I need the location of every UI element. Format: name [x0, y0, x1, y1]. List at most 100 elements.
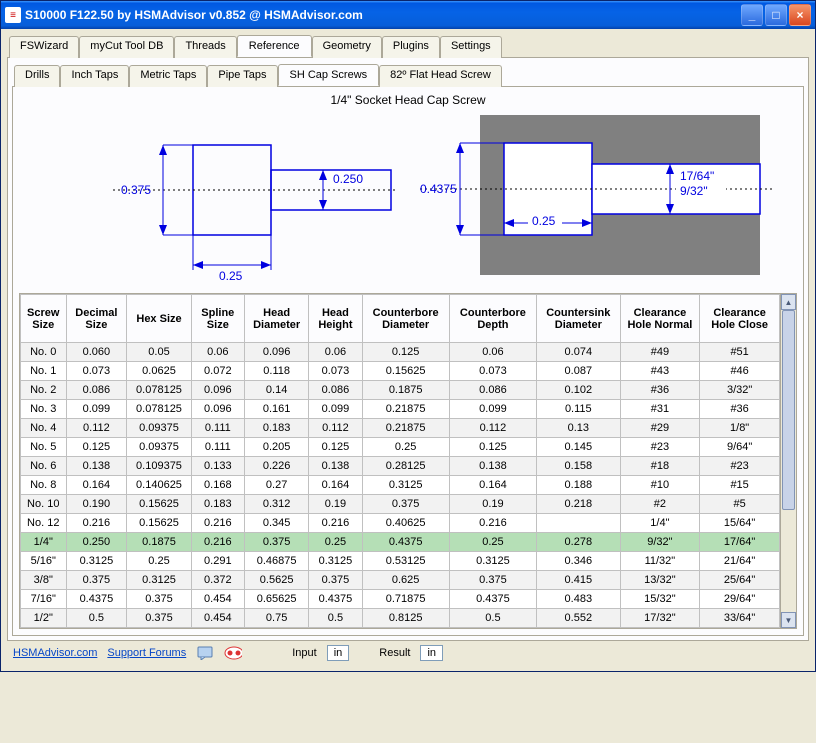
col-header[interactable]: Decimal Size — [66, 295, 127, 343]
tab-fswizard[interactable]: FSWizard — [9, 36, 79, 58]
table-cell: #51 — [700, 343, 780, 362]
scroll-thumb[interactable] — [782, 310, 795, 510]
col-header[interactable]: Countersink Diameter — [537, 295, 620, 343]
table-cell: 0.19 — [309, 495, 362, 514]
table-cell: 0.216 — [449, 514, 536, 533]
dim-clr-close: 9/32" — [680, 184, 708, 198]
table-row[interactable]: No. 20.0860.0781250.0960.140.0860.18750.… — [21, 381, 780, 400]
table-cell: 0.05 — [127, 343, 192, 362]
col-header[interactable]: Clearance Hole Normal — [620, 295, 700, 343]
table-cell: 0.625 — [362, 571, 449, 590]
tab-plugins[interactable]: Plugins — [382, 36, 440, 58]
table-cell: 0.5625 — [244, 571, 309, 590]
table-wrap: Screw SizeDecimal SizeHex SizeSpline Siz… — [19, 293, 797, 629]
table-row[interactable]: No. 80.1640.1406250.1680.270.1640.31250.… — [21, 476, 780, 495]
help-icon[interactable] — [224, 646, 242, 660]
table-cell: No. 2 — [21, 381, 67, 400]
table-cell: 0.188 — [537, 476, 620, 495]
forum-icon[interactable] — [196, 646, 214, 660]
col-header[interactable]: Head Diameter — [244, 295, 309, 343]
table-cell: 0.138 — [449, 457, 536, 476]
close-button[interactable]: × — [789, 4, 811, 26]
table-cell: 0.133 — [191, 457, 244, 476]
table-scrollbar[interactable]: ▲ ▼ — [780, 294, 796, 628]
table-cell: 0.112 — [66, 419, 127, 438]
tab-settings[interactable]: Settings — [440, 36, 502, 58]
col-header[interactable]: Counterbore Diameter — [362, 295, 449, 343]
col-header[interactable]: Screw Size — [21, 295, 67, 343]
table-cell: 0.14 — [244, 381, 309, 400]
table-cell: 0.145 — [537, 438, 620, 457]
table-row[interactable]: No. 100.1900.156250.1830.3120.190.3750.1… — [21, 495, 780, 514]
table-cell: 0.183 — [191, 495, 244, 514]
table-row[interactable]: No. 40.1120.093750.1110.1830.1120.218750… — [21, 419, 780, 438]
col-header[interactable]: Counterbore Depth — [449, 295, 536, 343]
input-unit-select[interactable]: in — [327, 645, 350, 661]
tab-threads[interactable]: Threads — [174, 36, 236, 58]
table-cell: 0.25 — [127, 552, 192, 571]
subtab-pipe-taps[interactable]: Pipe Taps — [207, 65, 277, 87]
table-cell: 0.15625 — [127, 514, 192, 533]
table-row[interactable]: No. 50.1250.093750.1110.2050.1250.250.12… — [21, 438, 780, 457]
table-cell: 0.345 — [244, 514, 309, 533]
table-cell: No. 8 — [21, 476, 67, 495]
table-cell: 0.291 — [191, 552, 244, 571]
subtab-drills[interactable]: Drills — [14, 65, 60, 87]
subtab-sh-cap-screws[interactable]: SH Cap Screws — [278, 64, 380, 86]
table-row[interactable]: No. 30.0990.0781250.0960.1610.0990.21875… — [21, 400, 780, 419]
table-cell: 0.15625 — [127, 495, 192, 514]
table-cell: 0.0625 — [127, 362, 192, 381]
hsmadvisor-link[interactable]: HSMAdvisor.com — [13, 647, 97, 659]
tab-reference[interactable]: Reference — [237, 35, 312, 57]
table-cell: 0.25 — [309, 533, 362, 552]
table-row[interactable]: 1/4"0.2500.18750.2160.3750.250.43750.250… — [21, 533, 780, 552]
counterbore-diagram-right: 0.4375 0.25 — [420, 115, 773, 285]
maximize-button[interactable]: □ — [765, 4, 787, 26]
col-header[interactable]: Head Height — [309, 295, 362, 343]
tab-geometry[interactable]: Geometry — [312, 36, 382, 58]
minimize-button[interactable]: _ — [741, 4, 763, 26]
col-header[interactable]: Hex Size — [127, 295, 192, 343]
table-cell: 1/8" — [700, 419, 780, 438]
col-header[interactable]: Spline Size — [191, 295, 244, 343]
table-row[interactable]: No. 00.0600.050.060.0960.060.1250.060.07… — [21, 343, 780, 362]
table-cell: 0.65625 — [244, 590, 309, 609]
table-cell: 0.25 — [362, 438, 449, 457]
table-cell: 0.096 — [191, 381, 244, 400]
table-cell: 0.164 — [66, 476, 127, 495]
table-cell: 0.28125 — [362, 457, 449, 476]
table-cell: 0.3125 — [309, 552, 362, 571]
table-cell: 0.086 — [309, 381, 362, 400]
table-cell: 0.164 — [449, 476, 536, 495]
table-cell: 0.13 — [537, 419, 620, 438]
dim-shaft-dia: 0.250 — [333, 172, 363, 186]
scroll-up-arrow-icon[interactable]: ▲ — [781, 294, 796, 310]
table-cell: 29/64" — [700, 590, 780, 609]
table-row[interactable]: 3/8"0.3750.31250.3720.56250.3750.6250.37… — [21, 571, 780, 590]
table-row[interactable]: No. 10.0730.06250.0720.1180.0730.156250.… — [21, 362, 780, 381]
result-unit-select[interactable]: in — [420, 645, 443, 661]
support-forums-link[interactable]: Support Forums — [107, 647, 186, 659]
tab-mycut-tool-db[interactable]: myCut Tool DB — [79, 36, 174, 58]
col-header[interactable]: Clearance Hole Close — [700, 295, 780, 343]
table-row[interactable]: No. 120.2160.156250.2160.3450.2160.40625… — [21, 514, 780, 533]
subtab-inch-taps[interactable]: Inch Taps — [60, 65, 129, 87]
table-cell: 0.087 — [537, 362, 620, 381]
subtab-82-flat-head-screw[interactable]: 82º Flat Head Screw — [379, 65, 502, 87]
table-cell: 0.552 — [537, 609, 620, 628]
table-row[interactable]: 7/16"0.43750.3750.4540.656250.43750.7187… — [21, 590, 780, 609]
table-cell: 0.3125 — [362, 476, 449, 495]
scroll-down-arrow-icon[interactable]: ▼ — [781, 612, 796, 628]
table-row[interactable]: 5/16"0.31250.250.2910.468750.31250.53125… — [21, 552, 780, 571]
table-cell: #36 — [620, 381, 700, 400]
table-row[interactable]: No. 60.1380.1093750.1330.2260.1380.28125… — [21, 457, 780, 476]
table-cell: 0.060 — [66, 343, 127, 362]
table-cell: 15/64" — [700, 514, 780, 533]
table-cell: 0.073 — [66, 362, 127, 381]
table-cell: No. 4 — [21, 419, 67, 438]
subtab-metric-taps[interactable]: Metric Taps — [129, 65, 207, 87]
table-cell: 0.375 — [309, 571, 362, 590]
table-cell: #5 — [700, 495, 780, 514]
table-cell: 0.09375 — [127, 438, 192, 457]
table-row[interactable]: 1/2"0.50.3750.4540.750.50.81250.50.55217… — [21, 609, 780, 628]
